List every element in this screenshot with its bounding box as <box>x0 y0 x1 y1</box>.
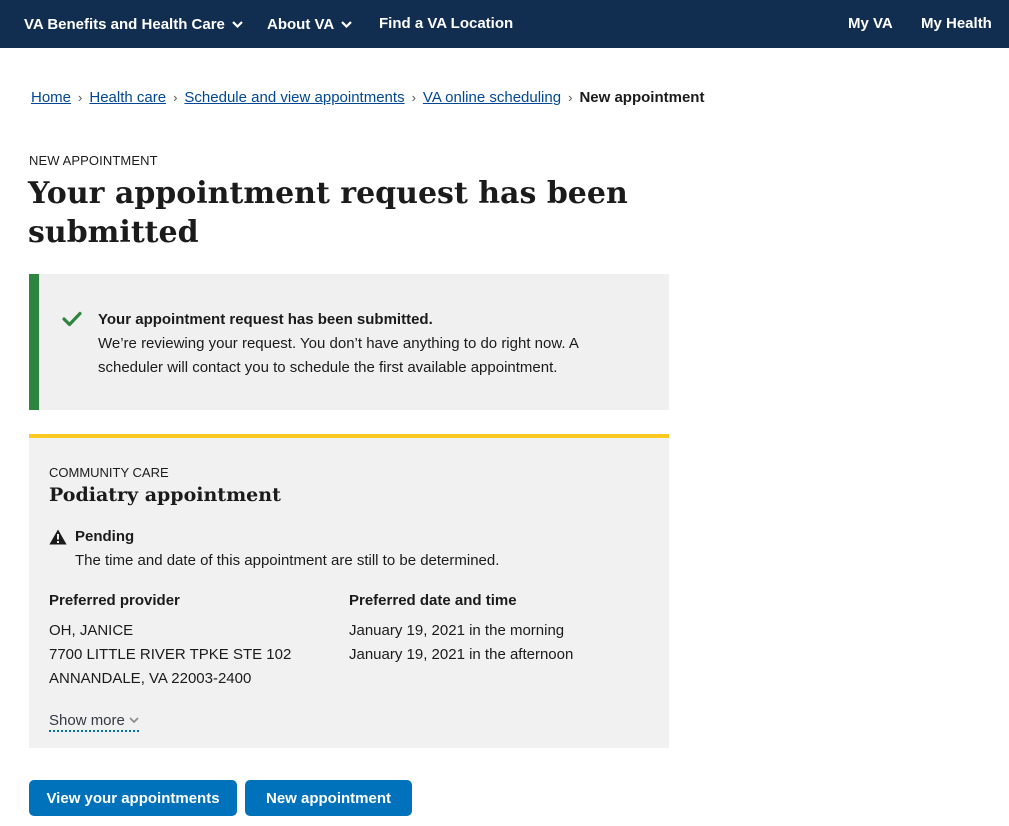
chevron-down-icon <box>129 710 139 727</box>
breadcrumb-separator: › <box>173 90 178 105</box>
provider-city-line: ANNANDALE, VA 22003-2400 <box>49 670 252 687</box>
appointment-card: COMMUNITY CARE Podiatry appointment Pend… <box>29 434 669 748</box>
show-more-toggle[interactable]: Show more <box>49 710 139 732</box>
nav-find-location-link[interactable]: Find a VA Location <box>379 0 513 48</box>
preferred-datetime-option: January 19, 2021 in the morning <box>349 622 565 639</box>
breadcrumb-current: New appointment <box>579 89 705 106</box>
nav-benefits-label: VA Benefits and Health Care <box>24 16 225 33</box>
chevron-down-icon <box>341 0 352 48</box>
breadcrumb-online-scheduling[interactable]: VA online scheduling <box>423 89 561 106</box>
appointment-type: COMMUNITY CARE <box>49 465 169 480</box>
preferred-datetime-option: January 19, 2021 in the afternoon <box>349 646 574 663</box>
breadcrumb-separator: › <box>78 90 83 105</box>
status-description: The time and date of this appointment ar… <box>75 552 500 569</box>
nav-about-label: About VA <box>267 16 335 33</box>
nav-my-health-link[interactable]: My Health <box>921 0 992 48</box>
breadcrumb-health-care[interactable]: Health care <box>89 89 166 106</box>
breadcrumb-separator: › <box>568 90 573 105</box>
breadcrumb-schedule-appointments[interactable]: Schedule and view appointments <box>184 89 404 106</box>
alert-body: We’re reviewing your request. You don’t … <box>98 335 579 376</box>
view-appointments-button[interactable]: View your appointments <box>29 780 237 816</box>
show-more-label: Show more <box>49 712 125 729</box>
provider-name: OH, JANICE <box>49 622 134 639</box>
breadcrumb-home[interactable]: Home <box>31 89 71 106</box>
alert-title: Your appointment request has been submit… <box>98 311 433 328</box>
check-icon <box>62 311 82 332</box>
success-alert: Your appointment request has been submit… <box>29 274 669 410</box>
appointment-title: Podiatry appointment <box>49 484 281 506</box>
top-navigation: VA Benefits and Health Care About VA Fin… <box>0 0 1009 48</box>
preferred-datetime-heading: Preferred date and time <box>349 592 517 609</box>
breadcrumb-separator: › <box>411 90 416 105</box>
warning-icon <box>49 529 67 550</box>
nav-about-menu[interactable]: About VA <box>267 0 352 48</box>
provider-address-line: 7700 LITTLE RIVER TPKE STE 102 <box>49 646 292 663</box>
new-appointment-button[interactable]: New appointment <box>245 780 412 816</box>
page-eyebrow: NEW APPOINTMENT <box>29 153 158 168</box>
nav-benefits-menu[interactable]: VA Benefits and Health Care <box>24 0 243 48</box>
breadcrumb: Home › Health care › Schedule and view appoi… <box>31 89 704 106</box>
preferred-provider-heading: Preferred provider <box>49 592 180 609</box>
nav-my-va-link[interactable]: My VA <box>848 0 893 48</box>
page-title: Your appointment request has been submit… <box>28 176 628 250</box>
status-label: Pending <box>75 528 135 545</box>
chevron-down-icon <box>232 0 243 48</box>
